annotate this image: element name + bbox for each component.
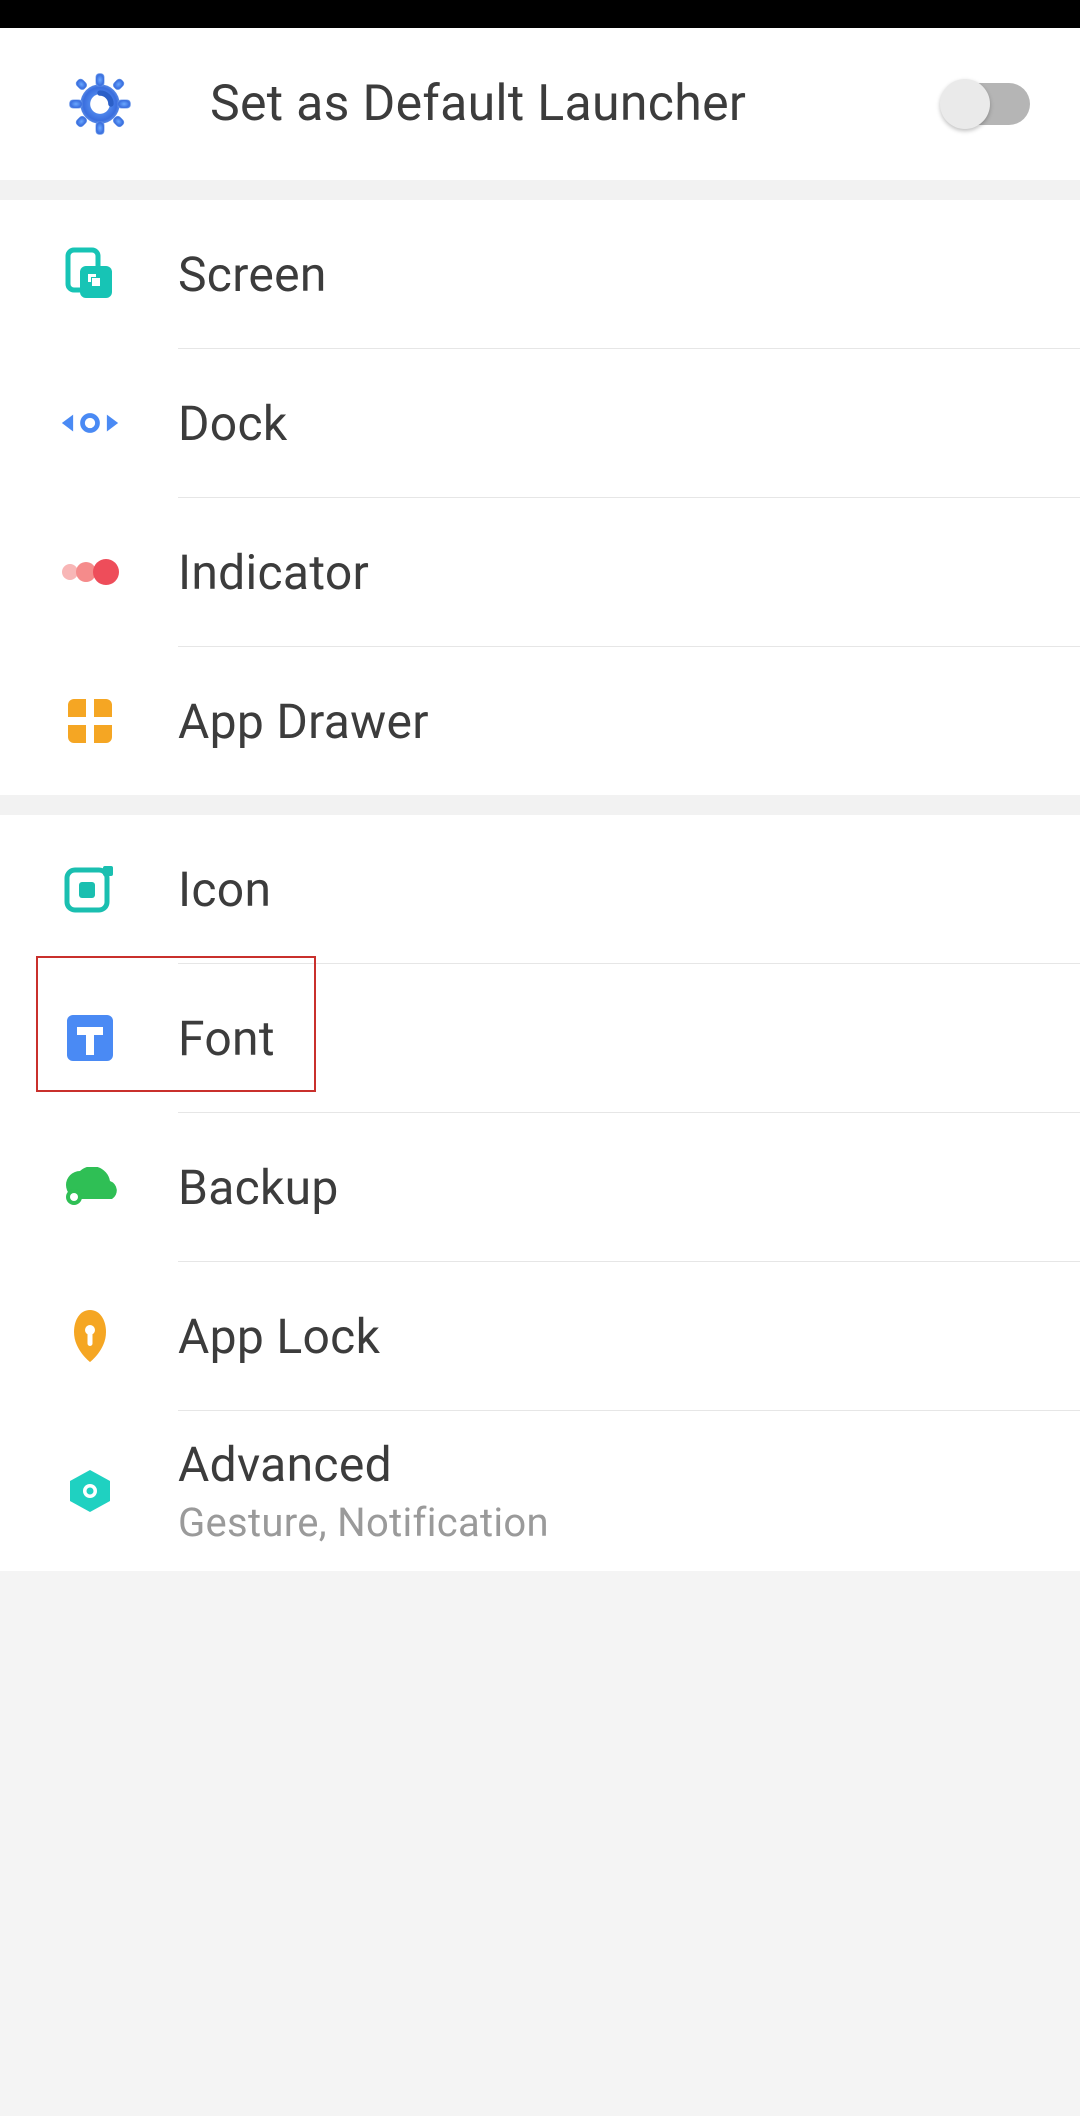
screen-icon xyxy=(60,244,120,304)
settings-item-applock[interactable]: App Lock xyxy=(0,1262,1080,1410)
toggle-knob xyxy=(940,79,990,129)
settings-item-sublabel: Gesture, Notification xyxy=(178,1499,1040,1546)
applock-icon xyxy=(60,1306,120,1366)
settings-item-label: Advanced xyxy=(178,1436,1040,1493)
default-launcher-label: Set as Default Launcher xyxy=(210,72,944,137)
settings-item-font[interactable]: Font xyxy=(0,964,1080,1112)
advanced-icon xyxy=(60,1461,120,1521)
default-launcher-toggle[interactable] xyxy=(944,83,1030,125)
indicator-icon xyxy=(60,542,120,602)
gear-icon xyxy=(60,64,140,144)
settings-item-label: Indicator xyxy=(178,544,1040,601)
default-launcher-row[interactable]: Set as Default Launcher xyxy=(0,28,1080,180)
settings-item-indicator[interactable]: Indicator xyxy=(0,498,1080,646)
status-bar xyxy=(0,0,1080,28)
dock-icon xyxy=(60,393,120,453)
settings-item-label: Backup xyxy=(178,1159,1040,1216)
backup-icon xyxy=(60,1157,120,1217)
settings-item-icon[interactable]: Icon xyxy=(0,815,1080,963)
settings-item-advanced[interactable]: Advanced Gesture, Notification xyxy=(0,1411,1080,1571)
settings-item-screen[interactable]: Screen xyxy=(0,200,1080,348)
appdrawer-icon xyxy=(60,691,120,751)
settings-item-label: Screen xyxy=(178,246,1040,303)
icon-icon xyxy=(60,859,120,919)
font-icon xyxy=(60,1008,120,1068)
section-gap xyxy=(0,180,1080,200)
settings-group-1: Screen Dock Indicator xyxy=(0,200,1080,795)
settings-item-label: Icon xyxy=(178,861,1040,918)
settings-item-appdrawer[interactable]: App Drawer xyxy=(0,647,1080,795)
settings-group-2: Icon Font Backup xyxy=(0,815,1080,1571)
settings-item-label: App Lock xyxy=(178,1308,1040,1365)
settings-page: Set as Default Launcher Screen xyxy=(0,0,1080,1571)
settings-item-backup[interactable]: Backup xyxy=(0,1113,1080,1261)
settings-item-dock[interactable]: Dock xyxy=(0,349,1080,497)
section-gap xyxy=(0,795,1080,815)
settings-item-label: Font xyxy=(178,1010,1040,1067)
settings-item-label: App Drawer xyxy=(178,693,1040,750)
settings-item-label: Dock xyxy=(178,395,1040,452)
